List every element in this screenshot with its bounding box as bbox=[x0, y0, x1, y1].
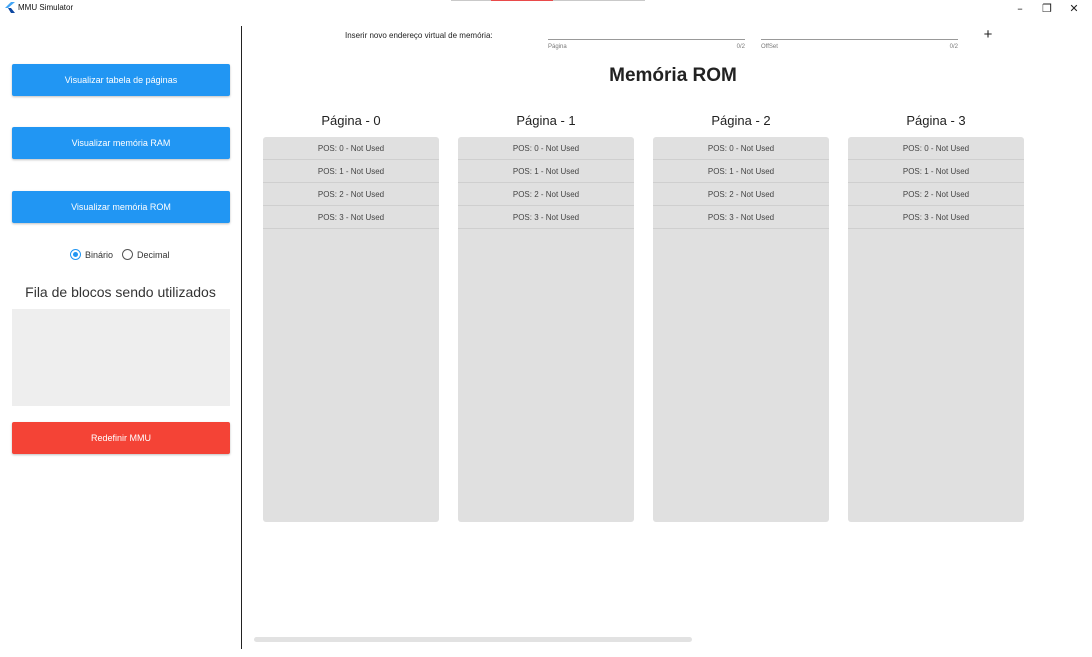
page-column: Página - 2 POS: 0 - Not Used POS: 1 - No… bbox=[653, 110, 829, 522]
position-row: POS: 1 - Not Used bbox=[263, 160, 439, 183]
position-row: POS: 1 - Not Used bbox=[458, 160, 634, 183]
page-column: Página - 1 POS: 0 - Not Used POS: 1 - No… bbox=[458, 110, 634, 522]
position-row: POS: 3 - Not Used bbox=[263, 206, 439, 229]
position-row: POS: 2 - Not Used bbox=[653, 183, 829, 206]
page-field-hint: Página bbox=[548, 44, 567, 50]
position-row: POS: 0 - Not Used bbox=[458, 137, 634, 160]
view-rom-button[interactable]: Visualizar memória ROM bbox=[12, 191, 230, 223]
maximize-button[interactable]: ❐ bbox=[1036, 0, 1058, 16]
reset-mmu-button[interactable]: Redefinir MMU bbox=[12, 422, 230, 454]
page-title: Página - 1 bbox=[516, 113, 576, 128]
page-box: POS: 0 - Not Used POS: 1 - Not Used POS:… bbox=[458, 137, 634, 522]
block-queue-title: Fila de blocos sendo utilizados bbox=[25, 284, 216, 300]
decimal-radio-label[interactable]: Decimal bbox=[137, 250, 170, 260]
position-row: POS: 2 - Not Used bbox=[263, 183, 439, 206]
offset-input-field[interactable]: OffSet 0/2 bbox=[761, 37, 958, 59]
minimize-button[interactable]: – bbox=[1009, 0, 1031, 16]
position-row: POS: 3 - Not Used bbox=[458, 206, 634, 229]
view-page-table-button[interactable]: Visualizar tabela de páginas bbox=[12, 64, 230, 96]
binary-radio-label[interactable]: Binário bbox=[85, 250, 113, 260]
view-ram-button[interactable]: Visualizar memória RAM bbox=[12, 127, 230, 159]
position-row: POS: 1 - Not Used bbox=[848, 160, 1024, 183]
page-title: Página - 2 bbox=[711, 113, 771, 128]
binary-radio[interactable] bbox=[70, 249, 81, 260]
offset-field-counter: 0/2 bbox=[949, 44, 958, 50]
page-column: Página - 0 POS: 0 - Not Used POS: 1 - No… bbox=[263, 110, 439, 522]
address-input-label: Inserir novo endereço virtual de memória… bbox=[345, 31, 493, 40]
page-input-field[interactable]: Página 0/2 bbox=[548, 37, 745, 59]
title-accent-strip bbox=[451, 0, 645, 1]
page-box: POS: 0 - Not Used POS: 1 - Not Used POS:… bbox=[848, 137, 1024, 522]
page-box: POS: 0 - Not Used POS: 1 - Not Used POS:… bbox=[653, 137, 829, 522]
position-row: POS: 1 - Not Used bbox=[653, 160, 829, 183]
memory-view-title: Memória ROM bbox=[609, 65, 737, 86]
block-queue-panel bbox=[12, 309, 230, 406]
position-row: POS: 0 - Not Used bbox=[263, 137, 439, 160]
number-format-radio-group: Binário Decimal bbox=[70, 249, 179, 260]
position-row: POS: 3 - Not Used bbox=[653, 206, 829, 229]
add-address-button[interactable]: + bbox=[980, 25, 996, 43]
sidebar: Visualizar tabela de páginas Visualizar … bbox=[0, 16, 241, 657]
page-field-counter: 0/2 bbox=[736, 44, 745, 50]
page-title: Página - 0 bbox=[321, 113, 381, 128]
close-button[interactable]: ✕ bbox=[1063, 0, 1085, 16]
position-row: POS: 2 - Not Used bbox=[458, 183, 634, 206]
window-title: MMU Simulator bbox=[18, 3, 74, 12]
page-column: Página - 3 POS: 0 - Not Used POS: 1 - No… bbox=[848, 110, 1024, 522]
app-logo-icon bbox=[5, 2, 15, 13]
decimal-radio[interactable] bbox=[122, 249, 134, 260]
title-bar: MMU Simulator – ❐ ✕ bbox=[0, 0, 1092, 16]
sidebar-divider bbox=[241, 26, 242, 649]
position-row: POS: 0 - Not Used bbox=[848, 137, 1024, 160]
position-row: POS: 3 - Not Used bbox=[848, 206, 1024, 229]
offset-field-hint: OffSet bbox=[761, 44, 778, 50]
page-box: POS: 0 - Not Used POS: 1 - Not Used POS:… bbox=[263, 137, 439, 522]
position-row: POS: 2 - Not Used bbox=[848, 183, 1024, 206]
horizontal-scrollbar[interactable] bbox=[254, 637, 692, 642]
position-row: POS: 0 - Not Used bbox=[653, 137, 829, 160]
page-title: Página - 3 bbox=[906, 113, 966, 128]
